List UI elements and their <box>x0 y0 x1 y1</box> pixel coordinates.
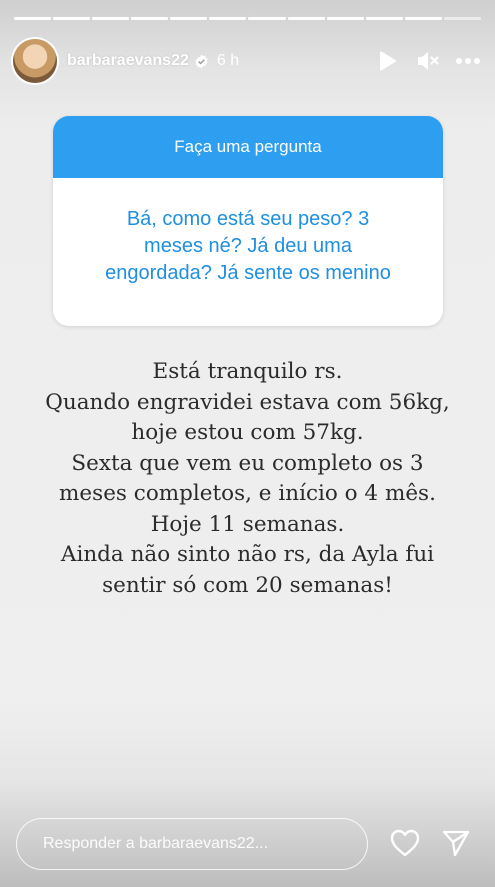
question-sticker: Faça uma pergunta Bá, como está seu peso… <box>53 116 443 326</box>
heart-icon[interactable] <box>390 828 420 858</box>
more-dots-icon[interactable] <box>455 48 481 74</box>
answer-line: hoje estou com 57kg. <box>131 420 364 445</box>
answer-line: Hoje 11 semanas. <box>150 511 345 537</box>
answer-line: Ainda não sinto não rs, da Ayla fui <box>60 542 435 567</box>
verified-badge-icon <box>194 54 209 69</box>
answer-line: meses completos, e início o 4 mês. <box>59 481 436 506</box>
question-text: Bá, como está seu peso? 3 meses né? Já d… <box>53 178 443 287</box>
progress-segment <box>92 17 130 20</box>
progress-segment <box>209 17 247 20</box>
progress-segment <box>404 17 442 20</box>
username[interactable]: barbaraevans22 <box>67 52 189 70</box>
send-icon[interactable] <box>441 828 471 858</box>
avatar[interactable] <box>13 39 57 83</box>
answer-line: Sexta que vem eu completo os 3 <box>71 450 424 476</box>
story-viewer: barbaraevans22 6 h Faça uma pergunta Bá,… <box>0 0 495 887</box>
answer-line: Quando engravidei estava com 56kg, <box>45 389 450 415</box>
progress-segment <box>365 17 403 20</box>
reply-field[interactable] <box>16 818 368 870</box>
play-icon[interactable] <box>375 48 401 74</box>
progress-segment <box>170 17 208 20</box>
progress-segment <box>326 17 364 20</box>
question-line: Bá, como está seu peso? 3 <box>126 208 370 230</box>
answer-line: Está tranquilo rs. <box>152 359 343 384</box>
story-header: barbaraevans22 6 h <box>13 38 481 84</box>
progress-segment <box>14 17 52 20</box>
question-line: engordada? Já sente os menino <box>105 262 391 284</box>
reply-input[interactable] <box>41 834 345 854</box>
progress-segment <box>248 17 286 20</box>
question-sticker-title: Faça uma pergunta <box>53 116 443 178</box>
progress-segment <box>131 17 169 20</box>
progress-segment <box>53 17 91 20</box>
progress-segment <box>443 17 481 20</box>
post-time: 6 h <box>216 52 240 69</box>
answer-line: sentir só com 20 semanas! <box>102 572 393 598</box>
question-line: meses né? Já deu uma <box>144 235 352 257</box>
muted-speaker-icon[interactable] <box>415 48 441 74</box>
progress-segment <box>287 17 325 20</box>
story-progress-bar <box>14 17 481 20</box>
answer-text: Está tranquilo rs. Quando engravidei est… <box>20 357 475 601</box>
